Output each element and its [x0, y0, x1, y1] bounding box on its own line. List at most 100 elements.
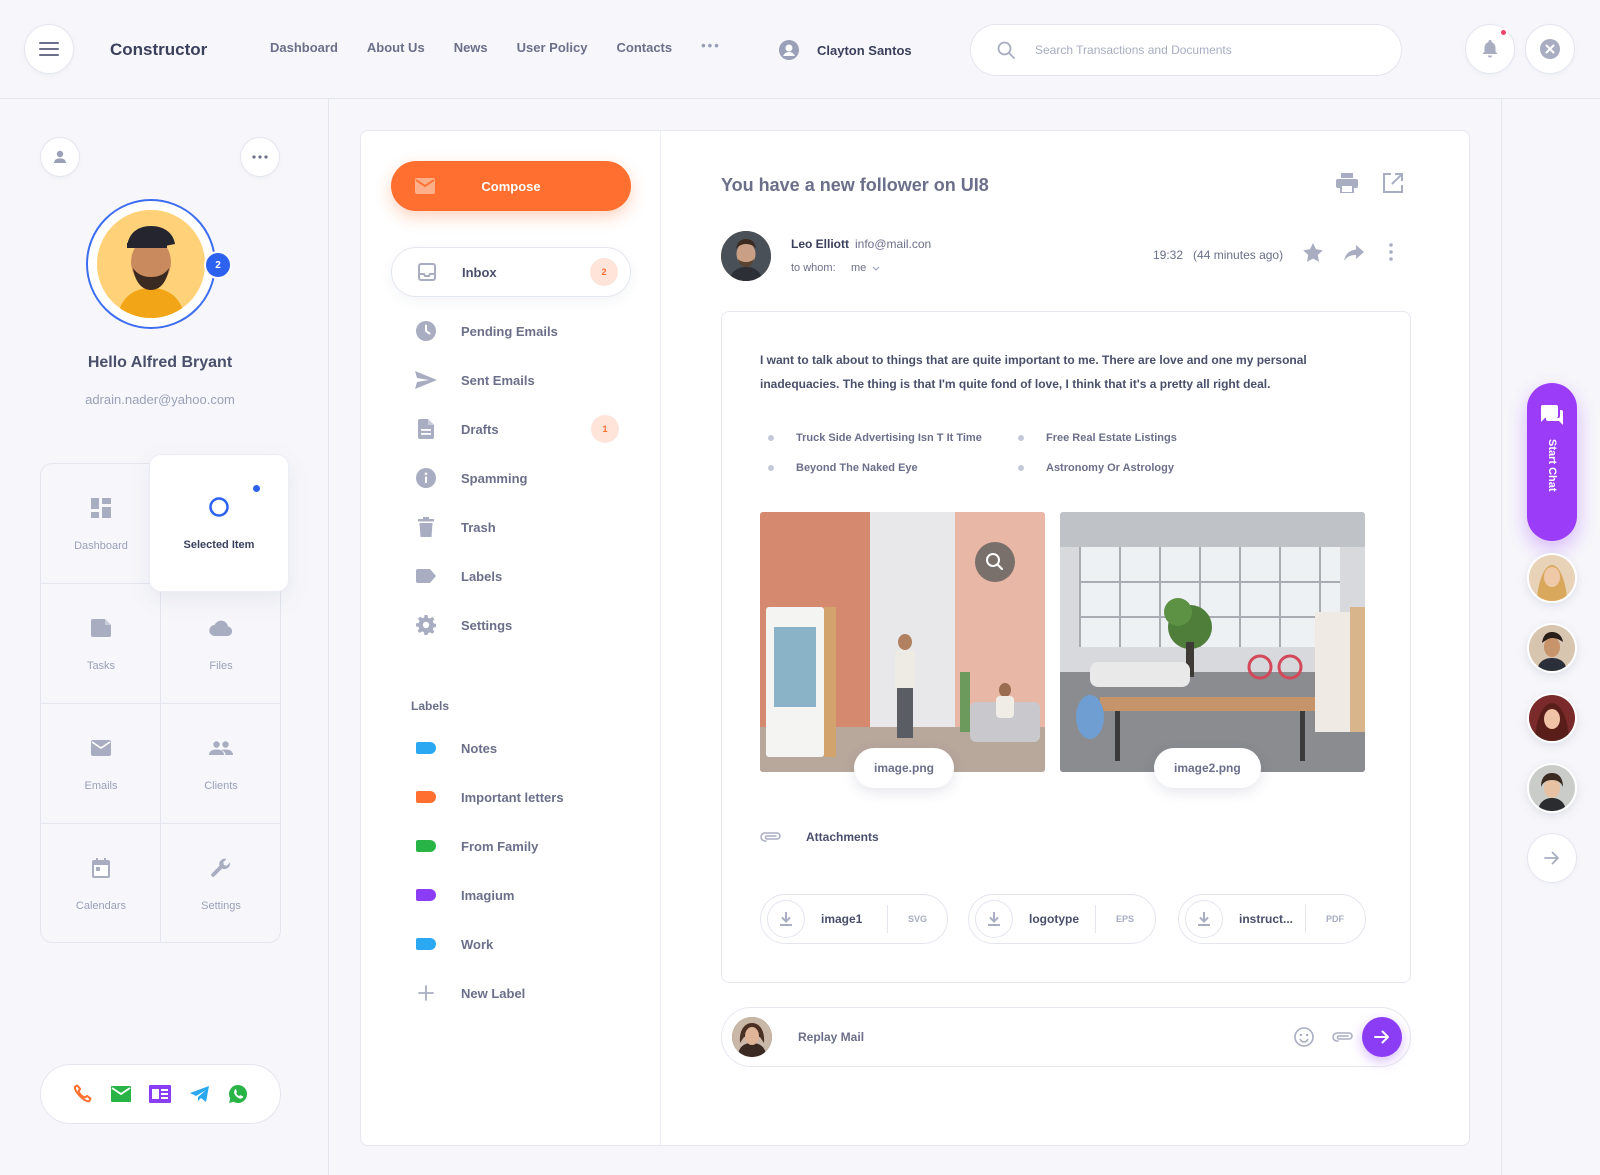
- label-name: Imagium: [461, 887, 515, 903]
- grid-item-selected[interactable]: Selected Item: [149, 454, 289, 592]
- print-icon[interactable]: [1336, 173, 1358, 193]
- tag-icon: [416, 742, 436, 754]
- attachment-item[interactable]: image1 SVG: [760, 894, 948, 944]
- recipient-dropdown[interactable]: me: [851, 262, 880, 274]
- folder-label-sent: Sent Emails: [461, 372, 535, 388]
- open-external-icon[interactable]: [1383, 173, 1403, 193]
- grid-item-dashboard[interactable]: Dashboard: [41, 464, 161, 584]
- image-label-1[interactable]: image.png: [854, 748, 955, 788]
- right-rail: Start Chat: [1501, 99, 1600, 1175]
- send-button[interactable]: [1362, 1017, 1402, 1057]
- start-chat-button[interactable]: Start Chat: [1527, 383, 1577, 541]
- label-item-family[interactable]: From Family: [391, 821, 631, 871]
- telegram-icon[interactable]: [189, 1085, 210, 1103]
- phone-icon[interactable]: [73, 1084, 93, 1104]
- image-preview-2[interactable]: [1060, 512, 1365, 772]
- attachment-item[interactable]: instruct... PDF: [1178, 894, 1366, 944]
- chevron-down-icon: [872, 266, 880, 271]
- contact-avatar[interactable]: [1527, 763, 1577, 813]
- profile-more-button[interactable]: [240, 137, 280, 177]
- menu-button[interactable]: [24, 24, 74, 74]
- nav-contacts[interactable]: Contacts: [616, 40, 672, 55]
- search-input[interactable]: [1035, 43, 1365, 57]
- label-item-important[interactable]: Important letters: [391, 772, 631, 822]
- forward-icon[interactable]: [1344, 245, 1364, 261]
- hamburger-icon: [39, 42, 59, 56]
- expand-contacts-button[interactable]: [1527, 833, 1577, 883]
- user-menu[interactable]: Clayton Santos: [779, 40, 912, 60]
- recipient-value: me: [851, 262, 867, 274]
- grid-item-emails[interactable]: Emails: [41, 704, 161, 824]
- more-vertical-icon[interactable]: [1389, 243, 1393, 261]
- attachment-item[interactable]: logotype EPS: [968, 894, 1156, 944]
- more-horizontal-icon: [252, 155, 268, 159]
- close-button[interactable]: [1525, 24, 1575, 74]
- grid-item-clients[interactable]: Clients: [161, 704, 281, 824]
- attachments-heading: Attachments: [760, 830, 879, 844]
- attachment-name: instruct...: [1239, 912, 1294, 926]
- nav-dashboard[interactable]: Dashboard: [270, 40, 338, 55]
- chat-icon: [1541, 405, 1563, 425]
- star-icon[interactable]: [1303, 243, 1323, 262]
- grid-item-calendars[interactable]: Calendars: [41, 824, 161, 944]
- folder-trash[interactable]: Trash: [391, 502, 631, 552]
- folder-inbox[interactable]: Inbox 2: [391, 247, 631, 297]
- label-name: Notes: [461, 740, 498, 756]
- folder-drafts[interactable]: Drafts 1: [391, 404, 631, 454]
- download-button[interactable]: [1185, 900, 1223, 938]
- folder-settings[interactable]: Settings: [391, 600, 631, 650]
- info-icon: [416, 468, 436, 488]
- folder-labels[interactable]: Labels: [391, 551, 631, 601]
- contact-avatar[interactable]: [1527, 623, 1577, 673]
- news-icon[interactable]: [149, 1085, 172, 1103]
- label-item-notes[interactable]: Notes: [391, 723, 631, 773]
- label-item-work[interactable]: Work: [391, 919, 631, 969]
- arrow-right-icon: [1544, 851, 1559, 865]
- message-time-value: 19:32: [1153, 248, 1184, 262]
- plus-icon: [418, 985, 434, 1001]
- folder-pending[interactable]: Pending Emails: [391, 306, 631, 356]
- folder-spam[interactable]: Spamming: [391, 453, 631, 503]
- gear-icon: [416, 615, 436, 635]
- nav-user-policy[interactable]: User Policy: [517, 40, 588, 55]
- attach-icon[interactable]: [1332, 1032, 1354, 1042]
- envelope-icon: [91, 740, 111, 756]
- trash-icon: [418, 517, 434, 537]
- new-label-button[interactable]: New Label: [391, 968, 631, 1018]
- grid-item-settings[interactable]: Settings: [161, 824, 281, 944]
- emoji-icon[interactable]: [1294, 1027, 1314, 1047]
- image-preview-1[interactable]: [760, 512, 1045, 772]
- nav-more-button[interactable]: •••: [701, 38, 721, 55]
- mail-icon[interactable]: [111, 1086, 132, 1102]
- sender-email[interactable]: info@mail.con: [855, 237, 931, 251]
- grid-item-tasks[interactable]: Tasks: [41, 584, 161, 704]
- sender-avatar[interactable]: [721, 231, 771, 281]
- drafts-count-badge: 1: [591, 415, 619, 443]
- profile-button[interactable]: [40, 137, 80, 177]
- label-item-imagium[interactable]: Imagium: [391, 870, 631, 920]
- reply-input[interactable]: [798, 1030, 1238, 1044]
- download-button[interactable]: [767, 900, 805, 938]
- folder-sent[interactable]: Sent Emails: [391, 355, 631, 405]
- nav-about-us[interactable]: About Us: [367, 40, 425, 55]
- compose-button[interactable]: Compose: [391, 161, 631, 211]
- profile-email: adrain.nader@yahoo.com: [85, 392, 235, 407]
- image-label-2[interactable]: image2.png: [1154, 748, 1261, 788]
- top-nav: Dashboard About Us News User Policy Cont…: [270, 38, 750, 55]
- nav-news[interactable]: News: [454, 40, 488, 55]
- tag-icon: [416, 889, 436, 901]
- notifications-button[interactable]: [1465, 24, 1515, 74]
- grid-item-files[interactable]: Files: [161, 584, 281, 704]
- contact-avatar[interactable]: [1527, 553, 1577, 603]
- cloud-icon: [209, 620, 233, 636]
- sender-name[interactable]: Leo Elliott: [791, 237, 849, 251]
- social-links-bar: [40, 1064, 281, 1124]
- clock-icon: [416, 321, 436, 341]
- top-bar: Constructor Dashboard About Us News User…: [0, 0, 1600, 99]
- avatar[interactable]: [86, 199, 216, 329]
- grid-label-calendars: Calendars: [75, 900, 127, 912]
- download-button[interactable]: [975, 900, 1013, 938]
- whatsapp-icon[interactable]: [228, 1084, 248, 1104]
- grid-label-dashboard: Dashboard: [74, 540, 128, 552]
- contact-avatar[interactable]: [1527, 693, 1577, 743]
